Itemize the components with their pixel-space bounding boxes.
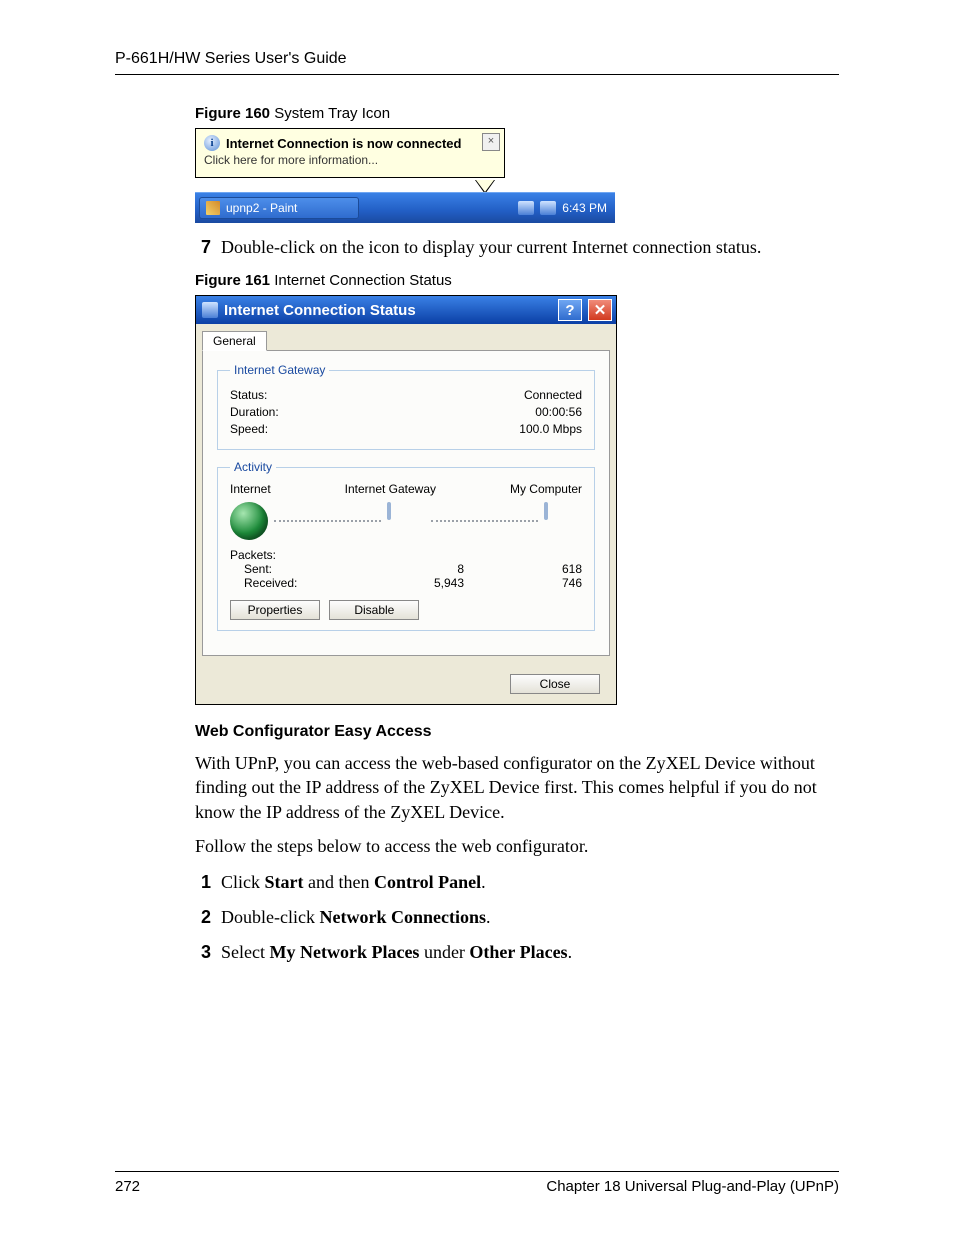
paragraph-1: With UPnP, you can access the web-based …	[195, 751, 839, 824]
step-1: 1 Click Start and then Control Panel.	[195, 872, 839, 893]
duration-label: Duration:	[230, 405, 279, 419]
sent-label: Sent:	[230, 562, 354, 576]
balloon-subtext: Click here for more information...	[204, 153, 496, 167]
step-number: 7	[195, 237, 211, 258]
network-icon	[202, 302, 218, 318]
col-mycomputer: My Computer	[510, 482, 582, 496]
close-button[interactable]: ✕	[588, 299, 612, 321]
tab-panel-general: Internet Gateway Status: Connected Durat…	[202, 350, 610, 656]
page-footer: 272 Chapter 18 Universal Plug-and-Play (…	[115, 1163, 839, 1195]
figure-161-number: Figure 161	[195, 272, 270, 289]
connection-status-dialog: Internet Connection Status ? ✕ General I…	[195, 295, 617, 705]
taskbar: upnp2 - Paint 6:43 PM	[195, 192, 615, 223]
figure-160-number: Figure 160	[195, 105, 270, 122]
info-icon: i	[204, 135, 220, 151]
group-activity-legend: Activity	[230, 460, 276, 474]
col-internet: Internet	[230, 482, 271, 496]
taskbar-app-label: upnp2 - Paint	[226, 201, 297, 215]
running-header: P-661H/HW Series User's Guide	[115, 50, 839, 68]
figure-161-caption: Figure 161 Internet Connection Status	[195, 272, 839, 289]
figure-160-caption: Figure 160 System Tray Icon	[195, 105, 839, 122]
help-button[interactable]: ?	[558, 299, 582, 321]
globe-icon	[230, 502, 268, 540]
paint-icon	[206, 201, 220, 215]
speed-label: Speed:	[230, 422, 268, 436]
figure-161-title: Internet Connection Status	[270, 272, 452, 289]
status-label: Status:	[230, 388, 267, 402]
paragraph-2: Follow the steps below to access the web…	[195, 834, 839, 858]
col-gateway: Internet Gateway	[345, 482, 436, 496]
balloon-close-button[interactable]: ×	[482, 133, 500, 151]
taskbar-app-button[interactable]: upnp2 - Paint	[199, 197, 359, 219]
tray-network-icon[interactable]	[518, 201, 534, 215]
step-text: Click Start and then Control Panel.	[221, 872, 486, 893]
duration-value: 00:00:56	[535, 405, 582, 419]
step-number: 3	[195, 942, 211, 963]
tray-clock: 6:43 PM	[562, 201, 607, 215]
received-label: Received:	[230, 576, 354, 590]
step-number: 1	[195, 872, 211, 893]
speed-value: 100.0 Mbps	[519, 422, 582, 436]
gateway-pc-icon	[387, 504, 425, 538]
tray-network-icon-2[interactable]	[540, 201, 556, 215]
tab-general[interactable]: General	[202, 331, 267, 351]
received-pc-value: 746	[464, 576, 582, 590]
properties-button[interactable]: Properties	[230, 600, 320, 620]
figure-160: × i Internet Connection is now connected…	[195, 128, 615, 223]
tray-balloon[interactable]: × i Internet Connection is now connected…	[195, 128, 505, 178]
activity-line-right	[431, 520, 538, 522]
step-2: 2 Double-click Network Connections.	[195, 907, 839, 928]
step-text: Double-click on the icon to display your…	[221, 237, 761, 258]
sent-gateway-value: 8	[354, 562, 464, 576]
step-text: Select My Network Places under Other Pla…	[221, 942, 572, 963]
figure-160-title: System Tray Icon	[270, 105, 390, 122]
step-number: 2	[195, 907, 211, 928]
page-number: 272	[115, 1178, 140, 1195]
step-3: 3 Select My Network Places under Other P…	[195, 942, 839, 963]
balloon-title: Internet Connection is now connected	[226, 136, 461, 151]
mycomputer-pc-icon	[544, 504, 582, 538]
footer-rule	[115, 1171, 839, 1172]
dialog-close-button[interactable]: Close	[510, 674, 600, 694]
status-value: Connected	[524, 388, 582, 402]
group-internet-gateway-legend: Internet Gateway	[230, 363, 329, 377]
step-text: Double-click Network Connections.	[221, 907, 490, 928]
group-activity: Activity Internet Internet Gateway My Co…	[217, 460, 595, 631]
dialog-titlebar: Internet Connection Status ? ✕	[196, 296, 616, 324]
received-gateway-value: 5,943	[354, 576, 464, 590]
sent-pc-value: 618	[464, 562, 582, 576]
section-heading: Web Configurator Easy Access	[195, 723, 839, 741]
system-tray: 6:43 PM	[518, 201, 615, 215]
chapter-label: Chapter 18 Universal Plug-and-Play (UPnP…	[546, 1178, 839, 1195]
activity-line-left	[274, 520, 381, 522]
header-rule	[115, 74, 839, 75]
dialog-title: Internet Connection Status	[224, 302, 416, 319]
packets-label: Packets:	[230, 548, 340, 562]
step-7: 7 Double-click on the icon to display yo…	[195, 237, 839, 258]
group-internet-gateway: Internet Gateway Status: Connected Durat…	[217, 363, 595, 450]
disable-button[interactable]: Disable	[329, 600, 419, 620]
